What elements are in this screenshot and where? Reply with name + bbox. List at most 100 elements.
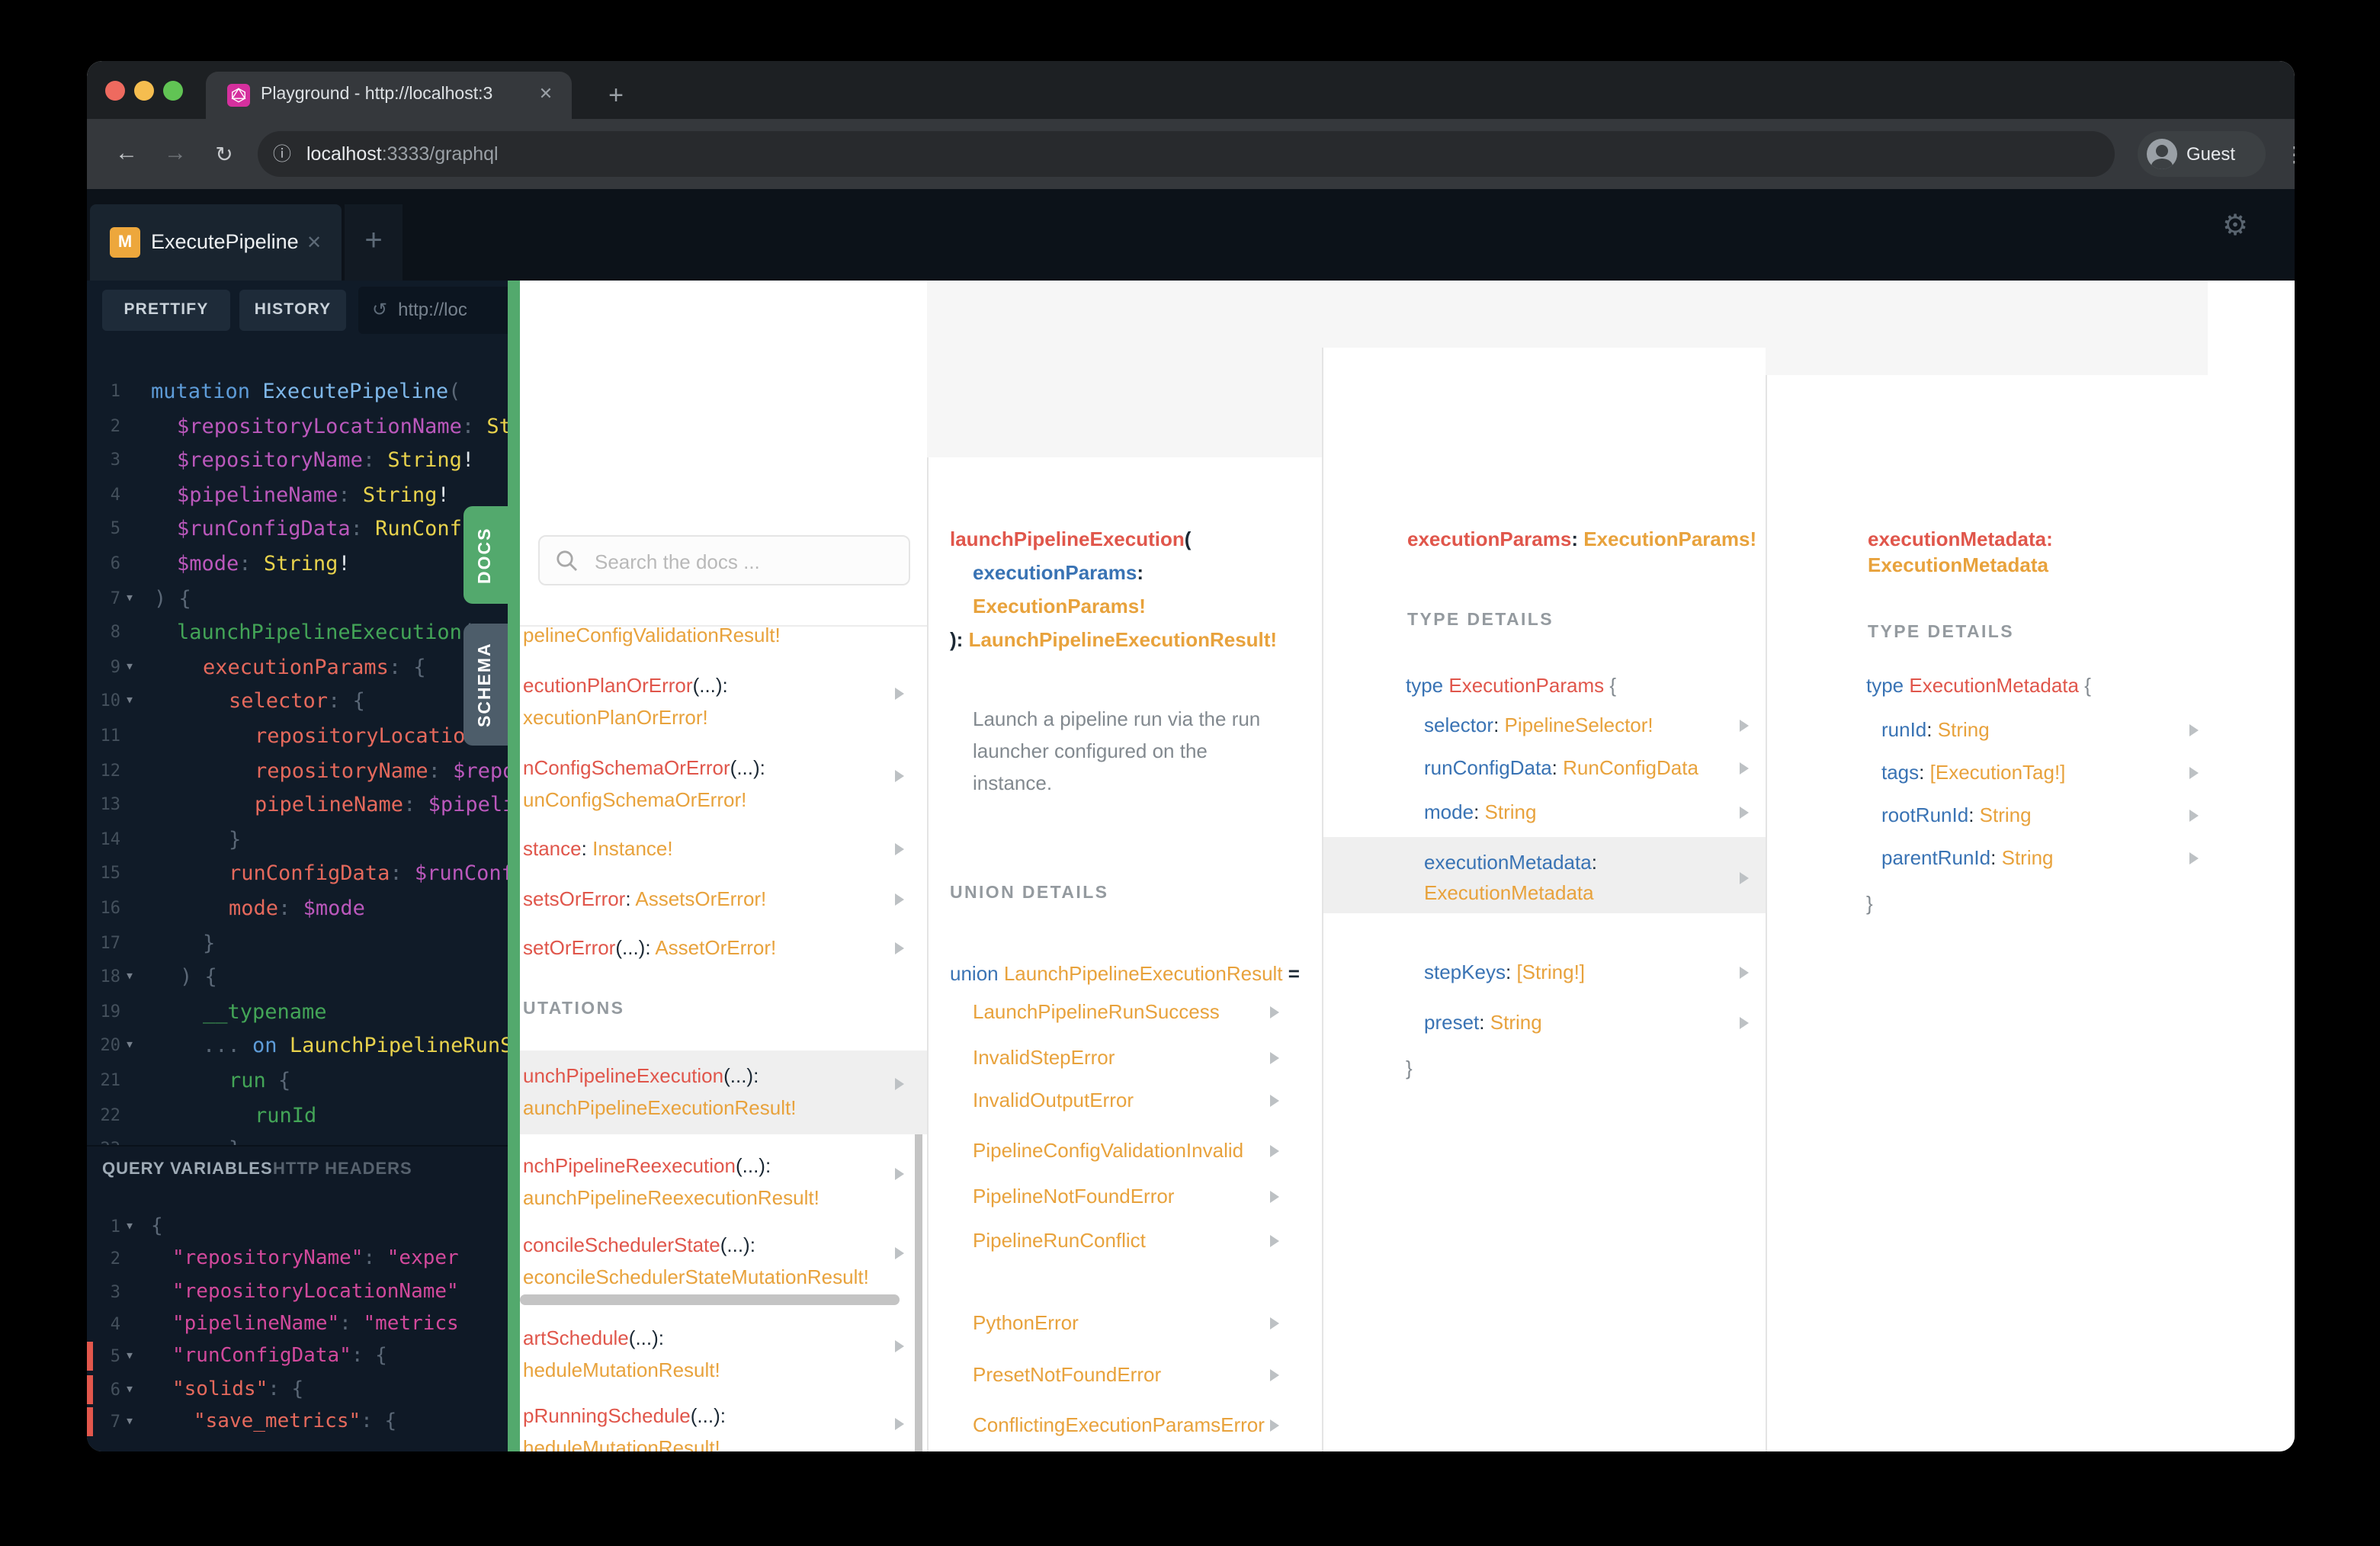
profile-button[interactable]: Guest [2138,131,2266,177]
new-tab-button[interactable]: + [590,72,642,119]
playground-tab-label: ExecutePipeline [151,230,299,253]
zoom-window-button[interactable] [163,81,183,101]
vertical-scrollbar[interactable] [915,1081,922,1451]
chevron-right-icon[interactable] [2189,810,2199,822]
url-text: localhost:3333/graphql [306,131,499,177]
chevron-right-icon[interactable] [1740,872,1749,884]
docs-list-item[interactable]: artSchedule(...): [523,1322,664,1354]
docs-list-item[interactable]: nConfigSchemaOrError(...): [523,752,765,784]
chevron-right-icon[interactable] [2189,852,2199,864]
chevron-right-icon[interactable] [1270,1369,1279,1381]
type-field-item[interactable]: preset: String [1424,1006,1542,1038]
union-member-item[interactable]: PresetNotFoundError [973,1358,1161,1390]
type-closing-brace: } [1406,1057,1413,1079]
union-member-item[interactable]: InvalidStepError [973,1041,1115,1073]
forward-icon[interactable]: → [154,119,197,189]
chevron-right-icon[interactable] [1740,1017,1749,1029]
chevron-right-icon[interactable] [1740,762,1749,775]
type-field-item[interactable]: rootRunId: String [1881,799,2032,831]
union-details-header: UNION DETAILS [950,884,1109,903]
schema-side-tab[interactable]: SCHEMA [463,624,508,746]
chevron-right-icon[interactable] [895,1247,904,1259]
playground-tab-close-icon[interactable]: ✕ [306,204,322,281]
chevron-right-icon[interactable] [895,843,904,855]
chevron-right-icon[interactable] [1740,720,1749,732]
docs-list-item[interactable]: xecutionPlanOrError! [523,701,708,733]
union-member-item[interactable]: LaunchPipelineRunSuccess [973,996,1220,1028]
type-field-item[interactable]: runId: String [1881,714,1990,746]
address-bar[interactable]: ⓘ localhost:3333/graphql [258,131,2115,177]
chevron-right-icon[interactable] [895,1418,904,1430]
chevron-right-icon[interactable] [1270,1235,1279,1247]
chevron-right-icon[interactable] [2189,724,2199,736]
browser-menu-icon[interactable]: ⋮ [2279,131,2295,177]
chevron-right-icon[interactable] [1270,1419,1279,1432]
chevron-right-icon[interactable] [895,770,904,782]
horizontal-scrollbar[interactable] [520,1294,900,1305]
docs-list-item[interactable]: concileSchedulerState(...): [523,1229,755,1261]
docs-list-item[interactable]: setsOrError: AssetsOrError! [523,883,766,915]
tab-close-icon[interactable]: ✕ [523,72,569,119]
chevron-right-icon[interactable] [1270,1006,1279,1018]
type-field-item[interactable]: selector: PipelineSelector! [1424,709,1653,741]
type-field-item[interactable]: tags: [ExecutionTag!] [1881,756,2065,788]
union-member-item[interactable]: ConflictingExecutionParamsError [973,1409,1265,1441]
type-field-item[interactable]: executionMetadata: [1424,846,1597,878]
site-info-icon[interactable]: ⓘ [273,131,291,177]
type-declaration: type ExecutionParams { [1406,674,1617,697]
playground-tab-executepipeline[interactable]: M ExecutePipeline ✕ [90,204,342,281]
union-member-item[interactable]: PipelineConfigValidationInvalid [973,1134,1243,1166]
docs-list-item[interactable]: setOrError(...): AssetOrError! [523,932,776,964]
type-field-item[interactable]: stepKeys: [String!] [1424,956,1585,988]
browser-tab[interactable]: Playground - http://localhost:3 ✕ [206,72,572,119]
docs-list-item[interactable]: stance: Instance! [523,832,673,864]
chevron-right-icon[interactable] [895,688,904,700]
docs-list-item[interactable]: ecutionPlanOrError(...): [523,669,728,701]
docs-list-item[interactable]: econcileSchedulerStateMutationResult! [523,1261,869,1293]
reload-icon[interactable]: ↻ [203,119,245,189]
chevron-right-icon[interactable] [895,1340,904,1352]
close-window-button[interactable] [105,81,125,101]
union-member-item[interactable]: InvalidOutputError [973,1084,1134,1116]
docs-list-item[interactable]: nchPipelineReexecution(...): [523,1150,771,1182]
union-member-item[interactable]: PythonError [973,1307,1079,1339]
chevron-right-icon[interactable] [1740,967,1749,979]
chevron-right-icon[interactable] [1270,1191,1279,1203]
back-icon[interactable]: ← [105,119,148,189]
chevron-right-icon[interactable] [1270,1145,1279,1157]
chevron-right-icon[interactable] [895,942,904,954]
chevron-right-icon[interactable] [895,1078,904,1090]
docs-search-box[interactable] [538,535,910,587]
union-member-item[interactable]: PipelineNotFoundError [973,1180,1174,1212]
chevron-right-icon[interactable] [1270,1052,1279,1064]
union-member-item[interactable]: PipelineRunConflict [973,1224,1146,1256]
type-field-item[interactable]: ExecutionMetadata [1424,877,1594,909]
chevron-right-icon[interactable] [895,893,904,906]
docs-content: launchPipelineExecution( executionParams… [87,281,2295,1451]
docs-list-item[interactable]: heduleMutationResult! [523,1432,720,1451]
docs-side-tab[interactable]: DOCS [463,506,508,604]
docs-list-item[interactable]: unConfigSchemaOrError! [523,784,746,816]
mutations-section-header: UTATIONS [523,1000,625,1018]
docs-list-item[interactable]: aunchPipelineReexecutionResult! [523,1182,820,1214]
pane-resize-handle[interactable] [508,281,520,1451]
settings-gear-icon[interactable]: ⚙ [2215,207,2255,247]
type-field-item[interactable]: mode: String [1424,796,1536,828]
chevron-right-icon[interactable] [1270,1095,1279,1107]
docs-list-item[interactable]: pRunningSchedule(...): [523,1400,726,1432]
docs-search-input[interactable] [592,537,903,587]
chevron-right-icon[interactable] [1740,807,1749,819]
chevron-right-icon[interactable] [895,1168,904,1180]
field-signature: executionParams: [973,561,1144,584]
docs-list-item[interactable]: aunchPipelineExecutionResult! [523,1092,796,1124]
field-signature: ExecutionParams! [973,595,1146,617]
type-field-item[interactable]: runConfigData: RunConfigData [1424,752,1698,784]
minimize-window-button[interactable] [134,81,154,101]
new-playground-tab-button[interactable]: + [345,204,403,281]
docs-list-item[interactable]: pelineConfigValidationResult! [523,619,781,651]
docs-list-item[interactable]: unchPipelineExecution(...): [523,1060,759,1092]
docs-list-item[interactable]: heduleMutationResult! [523,1354,720,1386]
chevron-right-icon[interactable] [1270,1317,1279,1329]
chevron-right-icon[interactable] [2189,767,2199,779]
type-field-item[interactable]: parentRunId: String [1881,842,2054,874]
